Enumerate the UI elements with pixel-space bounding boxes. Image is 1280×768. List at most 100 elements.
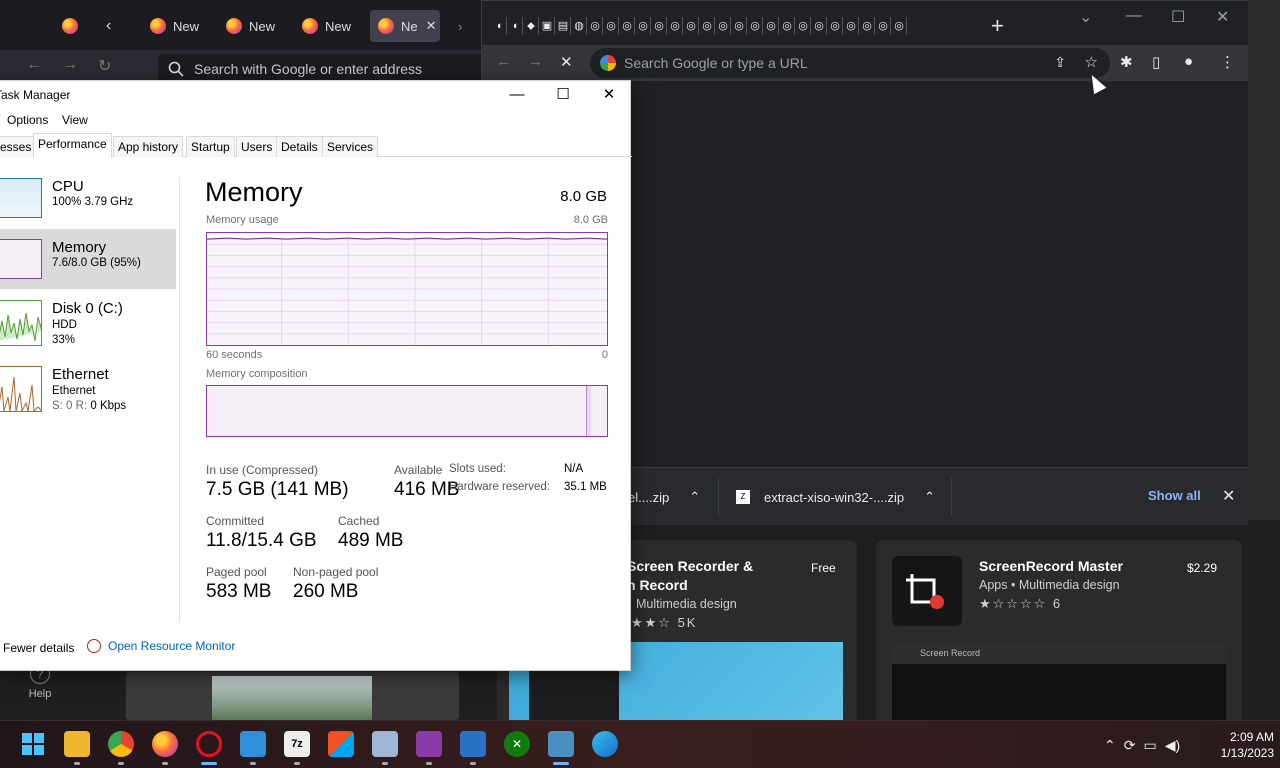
opera-taskbar-icon[interactable] <box>196 731 222 757</box>
chrome-tab-favicon[interactable]: ◖ <box>492 17 507 35</box>
chrome-tab-favicon[interactable]: ▣ <box>540 17 555 35</box>
chrome-tab-favicon[interactable]: ◎ <box>876 17 891 35</box>
minimize-icon[interactable]: — <box>1126 7 1142 25</box>
firefox-pinned-tab[interactable] <box>54 10 90 42</box>
microsoft-store-icon[interactable] <box>328 731 354 757</box>
download-item-1[interactable]: el....zip ⌃ <box>628 468 700 526</box>
fewer-details-button[interactable]: Fewer details <box>3 641 74 655</box>
chrome-tab-favicon[interactable]: ◎ <box>604 17 619 35</box>
chrome-tab-favicon[interactable]: ◎ <box>620 17 635 35</box>
tab-scroll-left-button[interactable]: ‹ <box>98 10 124 42</box>
chrome-tab-favicon[interactable]: ◎ <box>828 17 843 35</box>
tab-app-history[interactable]: App history <box>113 136 184 157</box>
chrome-tab-favicon[interactable]: ◎ <box>684 17 699 35</box>
chrome-tab-favicon[interactable]: ◎ <box>636 17 651 35</box>
sidebar-item-cpu[interactable]: CPU 100% 3.79 GHz <box>0 158 176 218</box>
volume-icon[interactable]: ◀) <box>1165 737 1180 754</box>
forward-arrow-icon[interactable]: → <box>528 53 543 70</box>
menu-view[interactable]: View <box>62 113 88 127</box>
chrome-tab-favicon[interactable]: ◎ <box>764 17 779 35</box>
notepad-icon[interactable] <box>240 731 266 757</box>
sync-icon[interactable]: ⟳ <box>1124 737 1136 754</box>
remote-desktop-icon[interactable] <box>460 731 486 757</box>
chrome-tab-favicon[interactable]: ◎ <box>844 17 859 35</box>
memory-usage-max: 8.0 GB <box>573 214 608 226</box>
menu-options[interactable]: Options <box>7 113 48 127</box>
chrome-omnibox[interactable]: Search Google or type a URL ⇪ ☆ <box>590 48 1110 78</box>
start-button[interactable] <box>20 731 46 757</box>
chrome-tab-favicon[interactable]: ◎ <box>796 17 811 35</box>
open-resource-monitor-link[interactable]: Open Resource Monitor <box>87 639 235 653</box>
taskbar-clock[interactable]: 2:09 AM 1/13/2023 <box>1206 729 1274 761</box>
firefox-taskbar-icon[interactable] <box>152 731 178 757</box>
7zip-icon[interactable]: 7z <box>284 731 310 757</box>
firefox-tab-2[interactable]: New <box>218 10 288 42</box>
chrome-tab-favicon[interactable]: ◎ <box>860 17 875 35</box>
bookmark-star-icon[interactable]: ☆ <box>1085 53 1098 71</box>
firefox-tab-3[interactable]: New <box>294 10 364 42</box>
new-tab-plus-icon[interactable]: + <box>991 13 1004 39</box>
chrome-tab-favicon[interactable]: ◎ <box>892 17 907 35</box>
profile-avatar-icon[interactable]: ● <box>1184 53 1193 70</box>
download-item-2[interactable]: Z extract-xiso-win32-....zip ⌃ <box>736 468 935 526</box>
tab-services[interactable]: Services <box>322 136 379 157</box>
xbox-icon[interactable]: ✕ <box>504 731 530 757</box>
close-download-shelf-icon[interactable]: ✕ <box>1222 486 1235 506</box>
active-indicator <box>553 762 569 765</box>
chrome-tab-favicon[interactable]: ◎ <box>588 17 603 35</box>
chrome-tab-favicon[interactable]: ▤ <box>556 17 571 35</box>
share-icon[interactable]: ⇪ <box>1054 54 1066 71</box>
cached-label: Cached <box>338 514 380 528</box>
chrome-taskbar-icon[interactable] <box>108 731 134 757</box>
edge-icon[interactable] <box>592 731 618 757</box>
forward-arrow-icon[interactable]: → <box>62 56 78 74</box>
tab-processes[interactable]: esses <box>0 136 37 157</box>
tab-search-chevron-icon[interactable]: ⌄ <box>1079 7 1092 27</box>
chevron-up-icon[interactable]: ⌃ <box>924 489 935 505</box>
minimize-icon[interactable]: — <box>497 85 537 107</box>
sidebar-item-disk[interactable]: Disk 0 (C:) HDD 33% <box>0 298 176 358</box>
file-explorer-icon[interactable] <box>64 731 90 757</box>
tab-performance[interactable]: Performance <box>33 133 112 158</box>
back-arrow-icon[interactable]: ← <box>26 56 42 74</box>
close-window-icon[interactable]: ✕ <box>589 85 629 107</box>
firefox-tab-1[interactable]: New <box>142 10 212 42</box>
show-all-downloads-link[interactable]: Show all <box>1148 488 1201 503</box>
chrome-tab-favicon[interactable]: ◎ <box>668 17 683 35</box>
chrome-tab-favicon[interactable]: ◎ <box>700 17 715 35</box>
chrome-tab-favicon[interactable]: ◎ <box>780 17 795 35</box>
task-manager-titlebar[interactable]: Task Manager — ☐ ✕ <box>0 81 632 111</box>
tab-scroll-right-button[interactable]: › <box>450 10 470 42</box>
stop-loading-icon[interactable]: ✕ <box>560 53 573 71</box>
tab-startup[interactable]: Startup <box>186 136 235 157</box>
utility-app-icon[interactable] <box>372 731 398 757</box>
chrome-tab-favicon[interactable]: ◎ <box>716 17 731 35</box>
tab-users[interactable]: Users <box>236 136 278 157</box>
close-tab-icon[interactable]: ✕ <box>426 18 437 34</box>
reload-icon[interactable]: ↻ <box>98 56 111 76</box>
chrome-tab-favicon[interactable]: ◍ <box>572 17 587 35</box>
extensions-puzzle-icon[interactable]: ✱ <box>1120 53 1133 71</box>
sidebar-item-ethernet[interactable]: Ethernet Ethernet S: 0 R: 0 Kbps <box>0 364 176 424</box>
sidebar-item-memory[interactable]: Memory 7.6/8.0 GB (95%) <box>0 229 176 289</box>
back-arrow-icon[interactable]: ← <box>496 53 511 70</box>
chrome-tab-favicon[interactable]: ◎ <box>652 17 667 35</box>
chevron-up-icon[interactable]: ⌃ <box>689 489 700 505</box>
side-panel-icon[interactable]: ▯ <box>1152 53 1160 71</box>
show-hidden-icons-chevron-icon[interactable]: ⌃ <box>1104 737 1116 754</box>
chrome-tab-favicon[interactable]: ◎ <box>748 17 763 35</box>
task-manager-taskbar-icon[interactable] <box>548 731 574 757</box>
chrome-tab-favicon[interactable]: ⬥ <box>524 17 539 35</box>
chrome-tab-favicon[interactable]: ◎ <box>732 17 747 35</box>
network-icon[interactable]: ▭ <box>1143 737 1156 754</box>
firefox-tab-4[interactable]: Ne ✕ <box>370 10 440 42</box>
maximize-icon[interactable]: ☐ <box>543 85 583 107</box>
menu-kebab-icon[interactable]: ⋮ <box>1220 53 1235 71</box>
media-app-icon[interactable] <box>416 731 442 757</box>
close-window-icon[interactable]: ✕ <box>1216 7 1229 27</box>
store-app-card-screenrecord-master[interactable]: ScreenRecord Master Apps • Multimedia de… <box>876 540 1242 730</box>
chrome-tab-favicon[interactable]: ◎ <box>812 17 827 35</box>
tab-details[interactable]: Details <box>276 136 323 157</box>
maximize-icon[interactable]: ☐ <box>1171 7 1185 27</box>
chrome-tab-favicon[interactable]: ◖ <box>508 17 523 35</box>
